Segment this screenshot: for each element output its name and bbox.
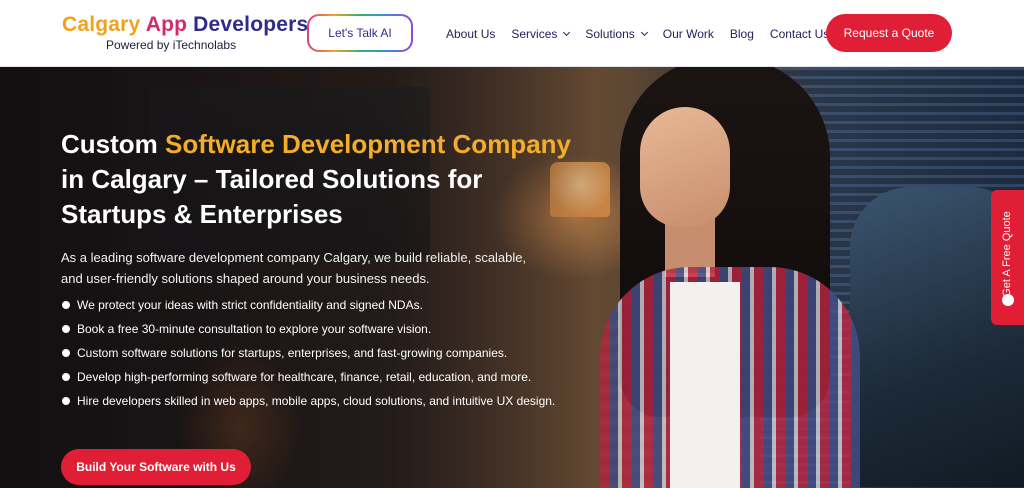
nav-item-label: Our Work — [662, 27, 714, 41]
nav-item-contact-us[interactable]: Contact Us — [770, 27, 829, 41]
nav-item-blog[interactable]: Blog — [730, 27, 754, 41]
bullet-dot-icon — [62, 301, 70, 309]
logo-wordmark: Calgary App Developers — [62, 13, 308, 37]
hero-section: Custom Software Development Company in C… — [0, 67, 1024, 488]
list-item-text: Custom software solutions for startups, … — [77, 346, 508, 360]
bullet-dot-icon — [62, 325, 70, 333]
list-item: Custom software solutions for startups, … — [61, 344, 561, 362]
chevron-down-icon — [563, 28, 571, 37]
lets-talk-ai-button[interactable]: Let's Talk AI — [307, 14, 413, 52]
build-software-cta-button[interactable]: Build Your Software with Us — [61, 449, 251, 485]
hero-title: Custom Software Development Company in C… — [61, 127, 581, 232]
logo-word-app: App — [145, 13, 188, 36]
chat-bubble-icon — [1002, 294, 1014, 306]
nav-item-label: Solutions — [585, 27, 635, 41]
chevron-down-icon — [640, 28, 648, 37]
get-free-quote-side-tab[interactable]: Get A Free Quote — [991, 190, 1024, 325]
list-item-text: Hire developers skilled in web apps, mob… — [77, 394, 556, 408]
list-item-text: Book a free 30-minute consultation to ex… — [77, 322, 432, 336]
list-item: Book a free 30-minute consultation to ex… — [61, 320, 561, 338]
request-quote-button[interactable]: Request a Quote — [826, 14, 952, 52]
hero-title-highlight: Software Development — [165, 129, 446, 159]
site-header: Calgary App Developers Powered by iTechn… — [0, 0, 1024, 67]
hero-title-highlight: Company — [452, 129, 571, 159]
hero-title-part: Custom — [61, 129, 165, 159]
nav-item-solutions[interactable]: Solutions — [585, 27, 648, 41]
nav-item-about-us[interactable]: About Us — [446, 27, 495, 41]
list-item: Hire developers skilled in web apps, mob… — [61, 392, 561, 410]
bullet-dot-icon — [62, 373, 70, 381]
nav-item-services[interactable]: Services — [511, 27, 571, 41]
brand-logo[interactable]: Calgary App Developers Powered by iTechn… — [62, 13, 308, 55]
main-nav: About Us Services Solutions Our Work Blo… — [446, 26, 845, 42]
logo-tagline: Powered by iTechnolabs — [106, 38, 237, 52]
hero-title-part: in Calgary – Tailored Solutions for Star… — [61, 164, 483, 229]
lets-talk-ai-label: Let's Talk AI — [309, 16, 411, 50]
logo-word-calgary: Calgary — [62, 13, 146, 36]
nav-item-label: Services — [511, 27, 558, 41]
list-item: We protect your ideas with strict confid… — [61, 296, 561, 314]
bullet-dot-icon — [62, 349, 70, 357]
list-item-text: Develop high-performing software for hea… — [77, 370, 532, 384]
hero-person-face — [640, 107, 730, 227]
nav-item-label: Blog — [729, 27, 754, 41]
hero-title-part — [445, 129, 452, 159]
hero-bullet-list: We protect your ideas with strict confid… — [61, 296, 561, 416]
nav-item-label: About Us — [446, 27, 496, 41]
bullet-dot-icon — [62, 397, 70, 405]
nav-item-label: Contact Us — [769, 27, 830, 41]
nav-item-our-work[interactable]: Our Work — [663, 27, 714, 41]
logo-word-developers: Developers — [187, 13, 309, 36]
hero-person-tshirt — [670, 282, 740, 488]
list-item: Develop high-performing software for hea… — [61, 368, 561, 386]
list-item-text: We protect your ideas with strict confid… — [77, 298, 423, 312]
hero-description: As a leading software development compan… — [61, 250, 527, 286]
